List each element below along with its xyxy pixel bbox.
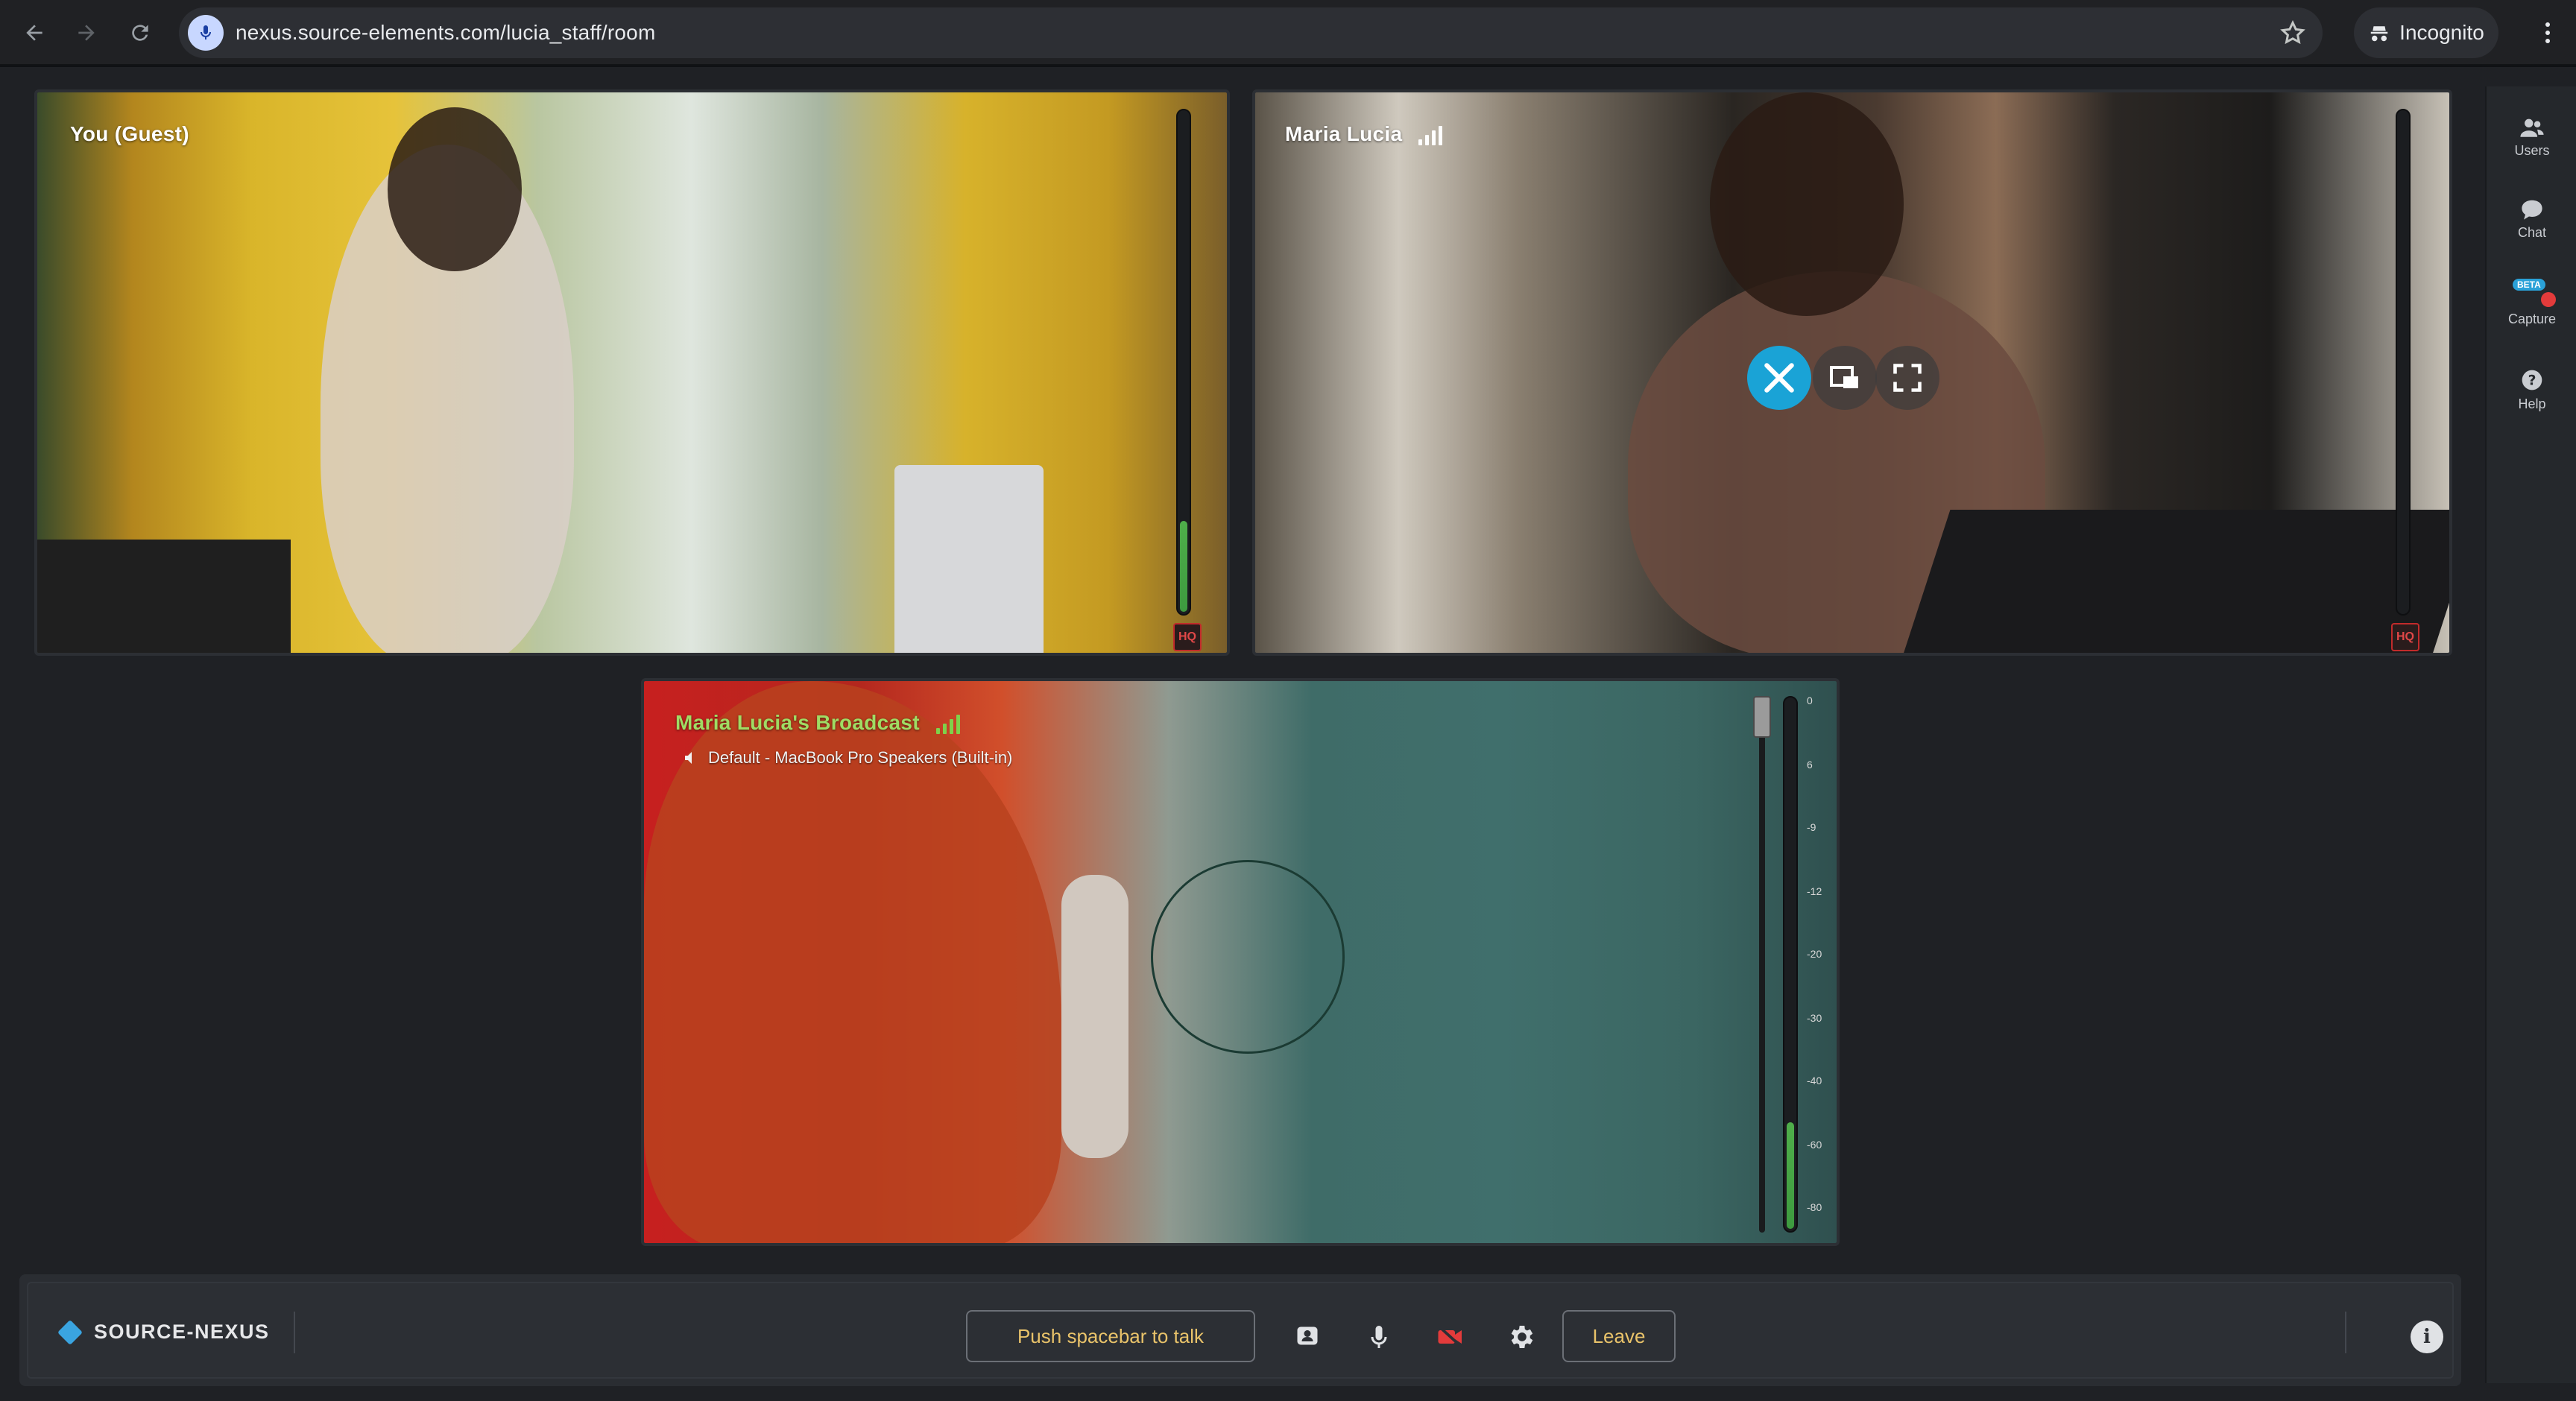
meter-tick: -30	[1807, 1012, 1822, 1024]
reload-button[interactable]	[121, 13, 160, 52]
bottom-control-bar: SOURCE-NEXUS Push spacebar to talk Leave…	[19, 1274, 2461, 1386]
screenshare-button[interactable]	[1287, 1316, 1328, 1358]
signal-strength-icon	[1418, 125, 1443, 145]
video-tile-broadcast[interactable]: Maria Lucia's Broadcast Default - MacBoo…	[641, 678, 1840, 1246]
brand-name: SOURCE-NEXUS	[94, 1321, 270, 1343]
back-button[interactable]	[15, 13, 54, 52]
meter-tick: -9	[1807, 821, 1816, 833]
meter-tick: 0	[1807, 695, 1813, 706]
users-icon	[2520, 118, 2544, 137]
brand-diamond-icon	[57, 1319, 83, 1345]
info-icon[interactable]: i	[2411, 1321, 2443, 1353]
microphone-button[interactable]	[1358, 1316, 1400, 1358]
incognito-icon	[2370, 26, 2388, 42]
participant-name-text: Maria Lucia	[1285, 122, 1403, 145]
beta-badge: BETA	[2513, 279, 2545, 291]
mixing-console	[1901, 510, 2449, 653]
right-sidebar: Users Chat BETA Capture ? Help	[2485, 86, 2576, 1383]
hq-badge[interactable]: HQ	[2391, 623, 2419, 651]
meter-tick: -60	[1807, 1139, 1822, 1151]
maria-head	[1710, 92, 1904, 316]
sidebar-item-users[interactable]: Users	[2487, 116, 2576, 159]
popout-button[interactable]	[1813, 346, 1877, 410]
svg-text:?: ?	[2528, 373, 2536, 389]
address-bar[interactable]: nexus.source-elements.com/lucia_staff/ro…	[179, 7, 2323, 58]
audio-level-meter	[1176, 109, 1191, 616]
capture-icon-wrap: BETA	[2495, 279, 2569, 307]
record-icon	[2541, 292, 2556, 307]
audio-level-meter	[1783, 696, 1798, 1233]
speaker-card-icon	[1297, 1326, 1318, 1345]
sidebar-item-chat[interactable]: Chat	[2487, 198, 2576, 241]
sidebar-item-label: Help	[2518, 396, 2546, 411]
sidebar-item-label: Users	[2514, 143, 2550, 158]
divider	[2345, 1312, 2346, 1353]
pop-filter	[1151, 860, 1345, 1054]
forward-button[interactable]	[67, 13, 106, 52]
camera-off-icon	[1437, 1324, 1464, 1350]
back-icon	[26, 25, 42, 41]
signal-strength-icon	[936, 714, 960, 734]
keyboard-instrument	[37, 540, 291, 653]
meter-tick: 6	[1807, 759, 1813, 771]
divider	[294, 1312, 295, 1353]
mute-participant-button[interactable]	[1747, 346, 1811, 410]
camera-toggle-button[interactable]	[1430, 1316, 1471, 1358]
sidebar-item-capture[interactable]: BETA Capture	[2487, 279, 2576, 327]
sidebar-item-help[interactable]: ? Help	[2487, 368, 2576, 412]
broadcast-name-text: Maria Lucia's Broadcast	[675, 711, 920, 734]
gear-icon	[1511, 1326, 1533, 1348]
muted-mic-icon	[1764, 363, 1794, 393]
url-text[interactable]: nexus.source-elements.com/lucia_staff/ro…	[236, 21, 655, 45]
star-icon[interactable]	[2279, 19, 2306, 46]
settings-button[interactable]	[1501, 1316, 1543, 1358]
meter-tick: -20	[1807, 948, 1822, 960]
hq-badge[interactable]: HQ	[1173, 623, 1202, 651]
participant-name: Maria Lucia	[1285, 122, 1443, 146]
broadcast-name: Maria Lucia's Broadcast	[675, 711, 960, 735]
sidebar-item-label: Capture	[2507, 311, 2557, 326]
help-icon: ?	[2522, 370, 2542, 390]
meter-tick: -40	[1807, 1075, 1822, 1087]
participant-name: You (Guest)	[70, 122, 189, 145]
leave-button[interactable]: Leave	[1562, 1310, 1676, 1362]
popout-icon	[1830, 366, 1858, 388]
volume-fader-handle[interactable]	[1753, 696, 1771, 738]
audio-level-fill	[1180, 521, 1187, 612]
sidebar-item-label: Chat	[2517, 225, 2547, 240]
browser-menu-button[interactable]	[2528, 13, 2567, 52]
meter-tick: -12	[1807, 885, 1822, 897]
control-bar-inner: SOURCE-NEXUS Push spacebar to talk Leave…	[27, 1282, 2454, 1379]
output-device[interactable]: Default - MacBook Pro Speakers (Built-in…	[683, 748, 1012, 768]
fullscreen-button[interactable]	[1875, 346, 1939, 410]
browser-toolbar: nexus.source-elements.com/lucia_staff/ro…	[0, 0, 2576, 66]
audio-level-fill	[1787, 1122, 1794, 1229]
chat-icon	[2522, 200, 2542, 220]
incognito-indicator[interactable]: Incognito	[2354, 7, 2498, 58]
video-tile-guest[interactable]: You (Guest) HQ	[34, 89, 1230, 656]
meter-tick: -80	[1807, 1201, 1822, 1213]
studio-microphone	[1061, 875, 1128, 1158]
forward-icon	[78, 25, 95, 41]
guest-head	[388, 107, 522, 271]
incognito-label: Incognito	[2399, 21, 2484, 44]
kebab-icon	[2545, 22, 2550, 43]
microphone-icon	[1371, 1326, 1387, 1348]
fullscreen-icon	[1893, 364, 1922, 392]
volume-fader-track[interactable]	[1759, 696, 1765, 1233]
output-device-label: Default - MacBook Pro Speakers (Built-in…	[708, 748, 1013, 767]
brand-logo: SOURCE-NEXUS	[57, 1319, 270, 1345]
audio-level-meter	[2396, 109, 2411, 616]
guest-video	[37, 92, 1227, 653]
mic-site-icon[interactable]	[188, 15, 224, 51]
speaker-icon	[685, 752, 692, 764]
laptop	[894, 465, 1044, 653]
reload-icon	[132, 25, 148, 41]
push-to-talk-button[interactable]: Push spacebar to talk	[966, 1310, 1255, 1362]
video-tile-maria[interactable]: Maria Lucia HQ	[1252, 89, 2452, 656]
conference-room: You (Guest) HQ Maria Lucia HQ Maria Luci…	[0, 67, 2576, 1401]
